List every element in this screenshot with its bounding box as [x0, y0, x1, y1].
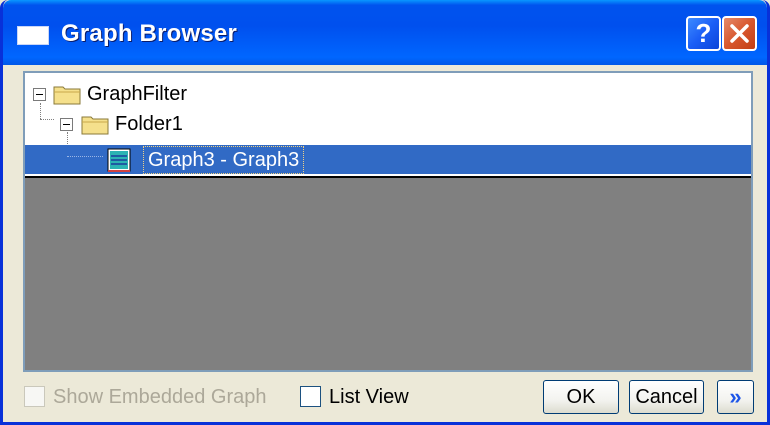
collapse-icon[interactable] [60, 118, 73, 131]
expand-dialog-button[interactable]: » [717, 380, 754, 414]
show-embedded-graph-label: Show Embedded Graph [53, 386, 267, 408]
tree-node-graphfilter[interactable]: GraphFilter [25, 79, 265, 109]
tree-node-label: Folder1 [115, 113, 183, 135]
graph-icon [107, 148, 131, 172]
collapse-icon[interactable] [33, 88, 46, 101]
show-embedded-graph-checkbox[interactable] [24, 386, 45, 407]
graph-browser-dialog: Graph Browser ? GraphFilter Folder1 Grap… [0, 0, 770, 425]
close-button[interactable] [722, 16, 757, 51]
close-icon [730, 24, 749, 43]
graph-tree-view[interactable]: GraphFilter Folder1 Graph3 - Graph3 [23, 71, 753, 372]
list-view-label: List View [329, 386, 409, 408]
list-view-checkbox[interactable] [300, 386, 321, 407]
title-bar[interactable]: Graph Browser ? [3, 0, 767, 65]
help-button[interactable]: ? [686, 16, 721, 51]
tree-node-folder1[interactable]: Folder1 [25, 109, 265, 139]
tree-node-label-selected: Graph3 - Graph3 [143, 146, 305, 174]
folder-icon [81, 116, 109, 135]
folder-icon [53, 86, 81, 105]
ok-button[interactable]: OK [543, 380, 619, 414]
window-icon [17, 26, 49, 45]
tree-node-label: GraphFilter [87, 83, 188, 105]
cancel-button[interactable]: Cancel [629, 380, 704, 414]
window-title: Graph Browser [61, 20, 237, 47]
